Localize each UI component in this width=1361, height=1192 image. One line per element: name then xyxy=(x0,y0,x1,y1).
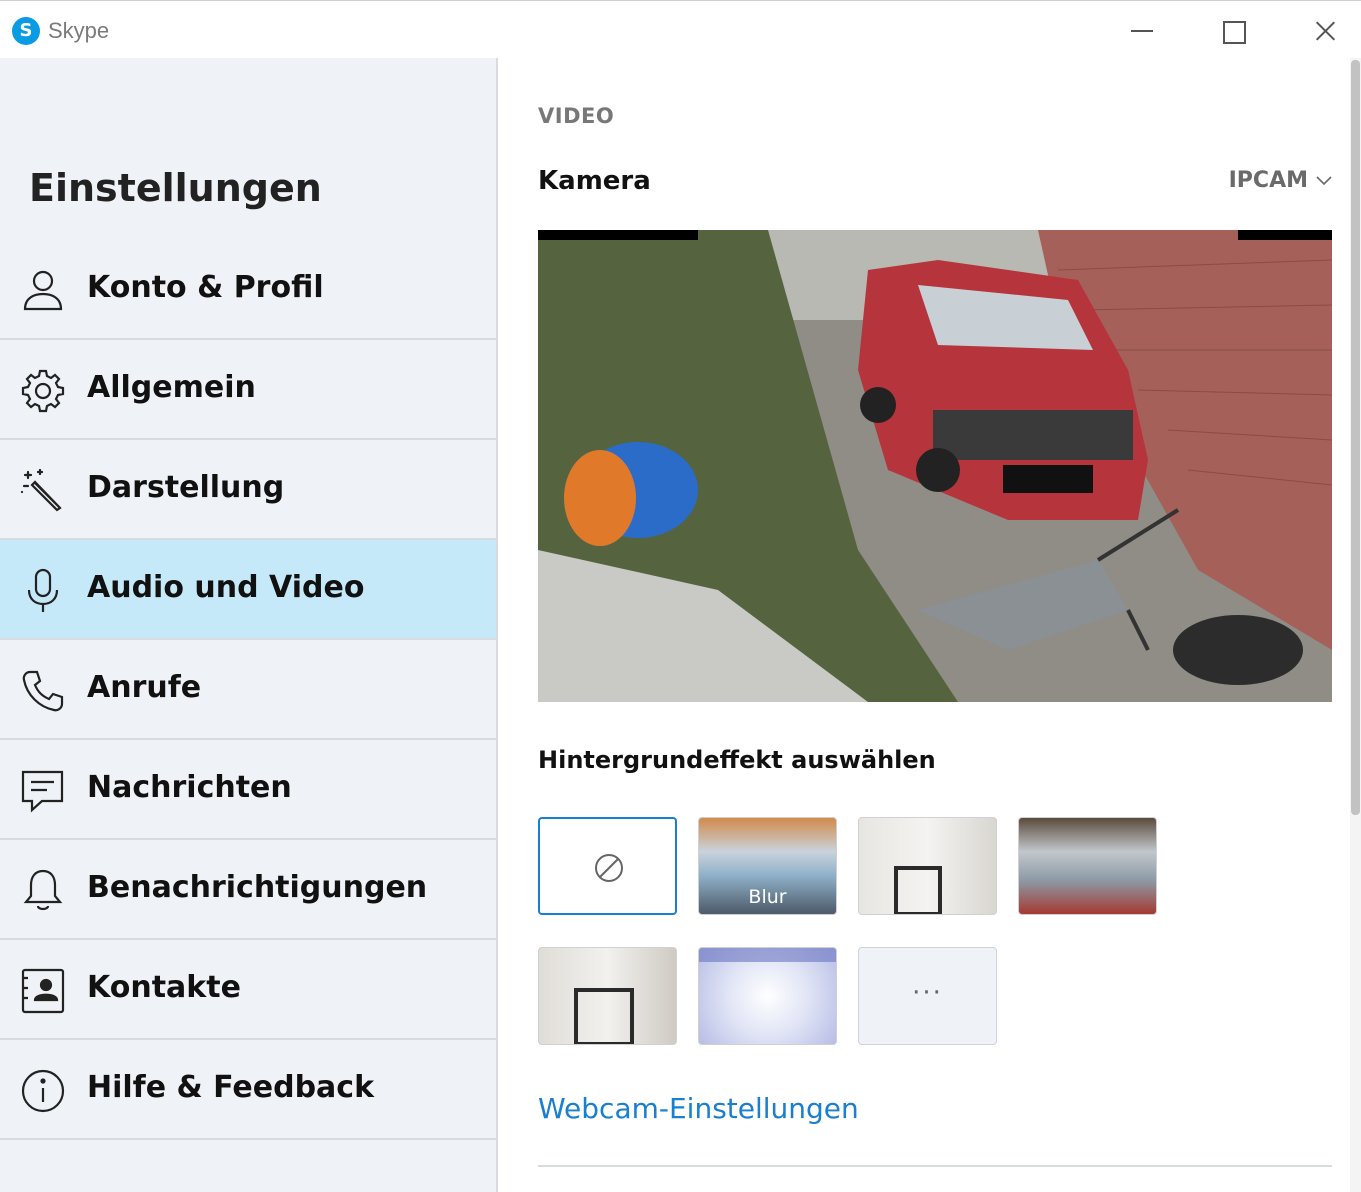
microphone-icon xyxy=(27,568,59,612)
sidebar-item-hilfe-feedback[interactable]: Hilfe & Feedback xyxy=(0,1040,496,1140)
minimize-button[interactable] xyxy=(1120,13,1160,49)
sidebar-item-label: Hilfe & Feedback xyxy=(87,1070,375,1105)
scrollbar[interactable] xyxy=(1350,58,1361,1192)
sidebar-item-allgemein[interactable]: Allgemein xyxy=(0,340,496,440)
chevron-down-icon xyxy=(1316,175,1332,185)
magic-wand-icon xyxy=(20,468,62,512)
effect-none-tile[interactable] xyxy=(538,817,677,915)
sidebar-item-kontakte[interactable]: Kontakte xyxy=(0,940,496,1040)
info-icon xyxy=(21,1069,65,1113)
section-title: VIDEO xyxy=(538,104,615,128)
person-icon xyxy=(23,270,63,311)
sidebar-item-label: Audio und Video xyxy=(87,570,365,605)
more-dots-icon: ··· xyxy=(912,978,943,1008)
effect-room-1-tile[interactable] xyxy=(858,817,997,915)
sidebar-item-label: Konto & Profil xyxy=(87,270,324,305)
sidebar-title: Einstellungen xyxy=(29,166,322,210)
more-effects-button[interactable]: ··· xyxy=(858,947,997,1045)
effect-blur-tile[interactable]: Blur xyxy=(698,817,837,915)
sidebar-item-darstellung[interactable]: Darstellung xyxy=(0,440,496,540)
pattern-border xyxy=(699,948,836,962)
sidebar-item-anrufe[interactable]: Anrufe xyxy=(0,640,496,740)
scrollbar-thumb[interactable] xyxy=(1351,60,1360,815)
sidebar-item-benachrichtigungen[interactable]: Benachrichtigungen xyxy=(0,840,496,940)
camera-dropdown-value: IPCAM xyxy=(1228,168,1308,193)
webcam-settings-link[interactable]: Webcam-Einstellungen xyxy=(538,1092,859,1125)
room-door-icon xyxy=(574,988,634,1044)
gear-icon xyxy=(21,369,65,413)
title-bar: S Skype xyxy=(0,0,1361,58)
sidebar-item-label: Allgemein xyxy=(87,370,256,405)
sidebar-item-label: Darstellung xyxy=(87,470,285,505)
skype-logo-icon: S xyxy=(12,17,40,45)
effect-room-2-tile[interactable] xyxy=(538,947,677,1045)
sidebar-item-audio-video[interactable]: Audio und Video xyxy=(0,540,496,640)
divider xyxy=(538,1165,1332,1167)
sidebar-item-label: Kontakte xyxy=(87,970,241,1005)
sidebar-item-konto-profil[interactable]: Konto & Profil xyxy=(0,240,496,340)
sidebar-item-label: Anrufe xyxy=(87,670,202,705)
phone-icon xyxy=(22,670,64,712)
no-effect-icon xyxy=(595,854,623,882)
message-icon xyxy=(21,770,64,813)
contact-card-icon xyxy=(21,968,65,1014)
close-button[interactable] xyxy=(1305,13,1345,49)
sidebar-item-label: Benachrichtigungen xyxy=(87,870,428,905)
audio-video-panel: VIDEO Kamera IPCAM Hintergrundeffekt aus… xyxy=(498,58,1348,1192)
effect-pattern-tile[interactable] xyxy=(698,947,837,1045)
effect-blur-label: Blur xyxy=(748,886,787,908)
settings-sidebar: Einstellungen Konto & Profil Allgemein D… xyxy=(0,58,498,1192)
effect-office-tile[interactable] xyxy=(1018,817,1157,915)
camera-preview xyxy=(538,230,1332,702)
app-title: Skype xyxy=(48,18,110,43)
camera-preview-image xyxy=(538,230,1332,702)
bell-icon xyxy=(23,869,63,911)
room-door-icon xyxy=(894,866,942,914)
camera-label: Kamera xyxy=(538,166,651,196)
maximize-button[interactable] xyxy=(1212,13,1252,49)
sidebar-item-label: Nachrichten xyxy=(87,770,292,805)
background-effect-title: Hintergrundeffekt auswählen xyxy=(538,746,936,774)
settings-nav: Konto & Profil Allgemein Darstellung Aud… xyxy=(0,240,496,1140)
camera-dropdown[interactable]: IPCAM xyxy=(1229,168,1332,193)
sidebar-item-nachrichten[interactable]: Nachrichten xyxy=(0,740,496,840)
